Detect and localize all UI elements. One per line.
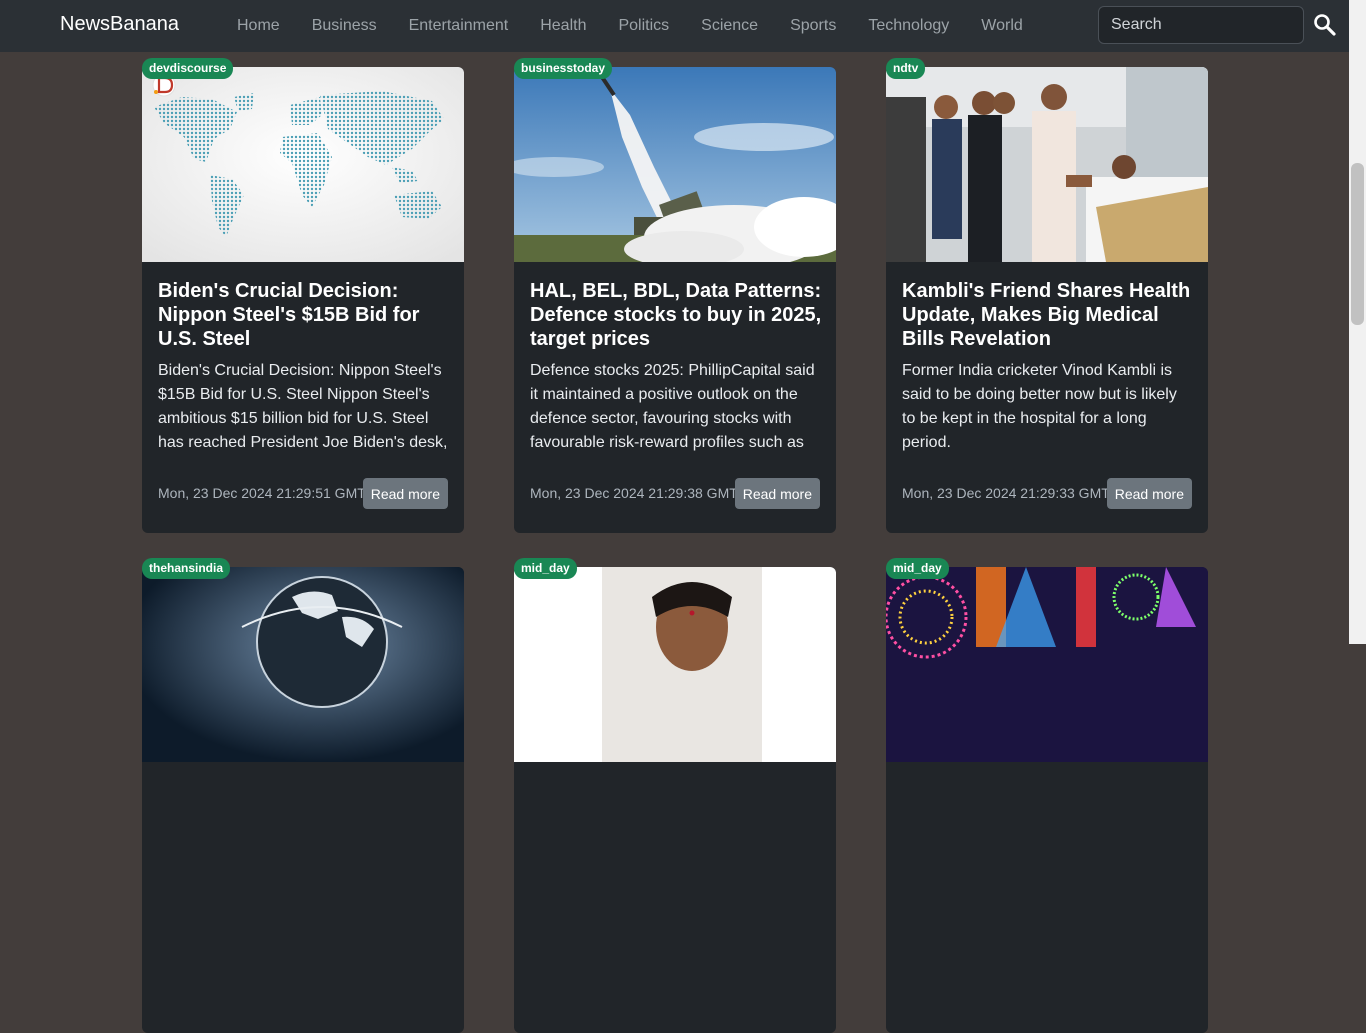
search-icon[interactable]	[1312, 12, 1338, 38]
nav-link-entertainment[interactable]: Entertainment	[393, 17, 525, 35]
search-input[interactable]	[1098, 6, 1304, 44]
brand-logo[interactable]: NewsBanana	[60, 13, 179, 36]
news-card: mid_day	[514, 558, 836, 1033]
read-more-button[interactable]: Read more	[1106, 478, 1192, 509]
news-card: devdiscourse Biden's Crucial Decision: N…	[142, 58, 464, 533]
navbar: NewsBanana Home Business Entertainment H…	[0, 0, 1349, 52]
card-title[interactable]: HAL, BEL, BDL, Data Patterns: Defence st…	[530, 279, 822, 351]
page-scrollbar[interactable]	[1349, 0, 1366, 644]
news-card: ndtv Kambli's Friend Shares Health Updat…	[886, 58, 1208, 533]
card-title[interactable]: Kambli's Friend Shares Health Update, Ma…	[902, 279, 1194, 351]
news-card: businesstoday HAL, BEL, BDL, Data Patter…	[514, 58, 836, 533]
card-image-portrait	[514, 567, 836, 762]
read-more-button[interactable]: Read more	[362, 478, 448, 509]
source-badge: mid_day	[886, 558, 949, 579]
card-image-festival-lights	[886, 567, 1208, 762]
nav-link-home[interactable]: Home	[221, 17, 296, 35]
news-card: mid_day	[886, 558, 1208, 1033]
card-title[interactable]: Biden's Crucial Decision: Nippon Steel's…	[158, 279, 450, 351]
source-badge: businesstoday	[514, 58, 613, 79]
card-image-missile-launch	[514, 67, 836, 262]
nav-link-health[interactable]: Health	[524, 17, 602, 35]
nav-link-world[interactable]: World	[965, 17, 1039, 35]
source-badge: ndtv	[886, 58, 926, 79]
nav-link-technology[interactable]: Technology	[852, 17, 965, 35]
card-image-world-map	[142, 67, 464, 262]
source-badge: mid_day	[514, 558, 577, 579]
card-date: Mon, 23 Dec 2024 21:29:51 GMT	[158, 485, 366, 501]
nav-link-politics[interactable]: Politics	[602, 17, 685, 35]
nav-links: Home Business Entertainment Health Polit…	[221, 0, 1039, 52]
card-date: Mon, 23 Dec 2024 21:29:33 GMT	[902, 485, 1110, 501]
card-description: Defence stocks 2025: PhillipCapital said…	[530, 362, 815, 451]
scrollbar-thumb[interactable]	[1351, 163, 1364, 325]
news-card: thehansindia	[142, 558, 464, 1033]
card-date: Mon, 23 Dec 2024 21:29:38 GMT	[530, 485, 738, 501]
read-more-button[interactable]: Read more	[734, 478, 820, 509]
card-image-globe	[142, 567, 464, 762]
card-description: Former India cricketer Vinod Kambli is s…	[902, 362, 1177, 451]
nav-link-science[interactable]: Science	[685, 17, 774, 35]
card-image-hospital-visit	[886, 67, 1208, 262]
nav-link-business[interactable]: Business	[296, 17, 393, 35]
source-badge: thehansindia	[142, 558, 231, 579]
nav-link-sports[interactable]: Sports	[774, 17, 852, 35]
source-badge: devdiscourse	[142, 58, 234, 79]
card-description: Biden's Crucial Decision: Nippon Steel's…	[158, 362, 448, 451]
